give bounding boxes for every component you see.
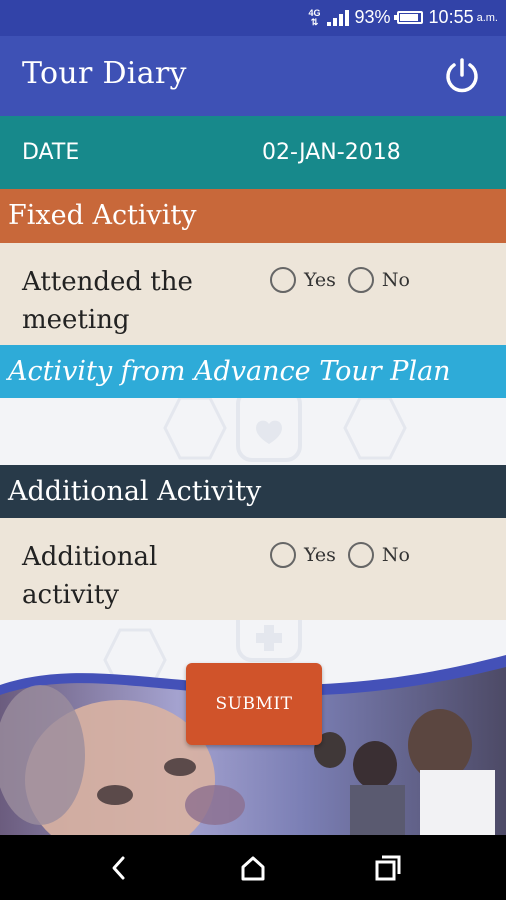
additional-activity-header: Additional Activity <box>0 465 506 518</box>
clock-ampm: a.m. <box>476 11 498 24</box>
radio-button[interactable] <box>347 267 374 293</box>
date-label: DATE <box>22 140 80 165</box>
fixed-activity-header: Fixed Activity <box>0 189 506 243</box>
advance-activity-content <box>0 398 506 465</box>
radio-button[interactable] <box>347 542 374 568</box>
submit-button[interactable]: SUBMIT <box>186 663 322 745</box>
recents-icon[interactable] <box>373 853 403 883</box>
power-icon[interactable] <box>442 56 482 96</box>
advance-activity-header: Activity from Advance Tour Plan <box>0 345 506 398</box>
network-type-icon: 4G ⇅ <box>308 7 321 27</box>
date-value: 02-JAN-2018 <box>262 140 401 165</box>
additional-activity-label: Additional activity <box>22 542 158 610</box>
app-title: Tour Diary <box>22 56 187 91</box>
date-row: DATE 02-JAN-2018 <box>0 116 506 189</box>
background-pattern <box>163 398 407 462</box>
no-label: No <box>381 544 410 566</box>
fixed-activity-question: Attended the meeting Yes No <box>0 243 506 345</box>
additional-activity-options: Yes No <box>270 542 422 568</box>
navigation-bar <box>0 835 506 900</box>
radio-button[interactable] <box>270 542 296 568</box>
additional-yes-option[interactable]: Yes <box>270 542 336 568</box>
radio-button[interactable] <box>270 267 296 293</box>
status-icons: 4G ⇅ 93% 10:55 a.m. <box>309 7 499 28</box>
attended-no-option[interactable]: No <box>347 267 410 293</box>
attended-meeting-label: Attended the meeting <box>22 267 193 335</box>
yes-label: Yes <box>304 544 336 566</box>
back-icon[interactable] <box>104 853 134 883</box>
additional-activity-question: Additional activity Yes No <box>0 518 506 620</box>
attended-yes-option[interactable]: Yes <box>270 267 336 293</box>
battery-icon <box>393 11 423 24</box>
battery-percent: 93% <box>354 7 391 27</box>
clock-time: 10:55 <box>428 7 474 27</box>
attended-meeting-options: Yes No <box>270 267 422 293</box>
app-bar: Tour Diary <box>0 36 506 116</box>
no-label: No <box>381 269 410 291</box>
status-bar: 4G ⇅ 93% 10:55 a.m. <box>0 0 506 36</box>
signal-icon <box>326 9 349 26</box>
additional-no-option[interactable]: No <box>347 542 410 568</box>
home-icon[interactable] <box>238 853 268 883</box>
yes-label: Yes <box>304 269 336 291</box>
